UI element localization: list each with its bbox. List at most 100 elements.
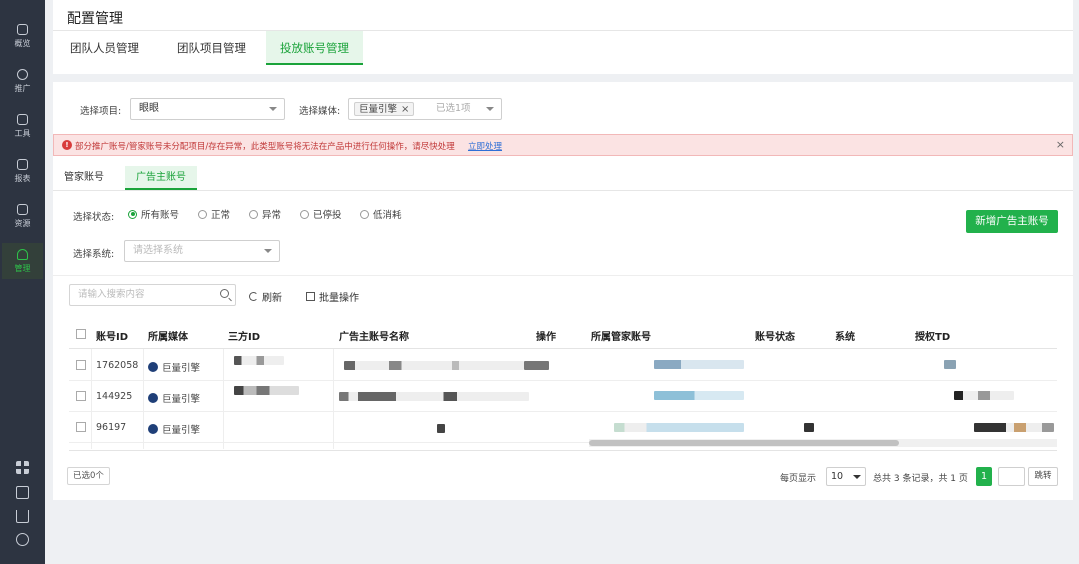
subtab-advertiser-account[interactable]: 广告主账号	[125, 166, 197, 190]
report-icon	[17, 158, 28, 170]
sidebar-item-label: 工具	[14, 128, 31, 138]
table-horizontal-scrollbar[interactable]	[589, 439, 1057, 447]
status-radio-all[interactable]: 所有账号	[128, 207, 179, 221]
close-icon[interactable]: ×	[1056, 138, 1065, 151]
account-id: 144925	[96, 391, 133, 402]
tools-icon	[17, 113, 28, 125]
sidebar-item-resource[interactable]: 资源	[2, 198, 43, 234]
redacted-auth	[974, 423, 1054, 432]
column-header[interactable]: 账号ID	[96, 328, 128, 343]
subtabs-divider	[53, 190, 1073, 191]
system-select-placeholder: 请选择系统	[133, 245, 183, 256]
status-radio-stopped[interactable]: 已停投	[300, 207, 342, 221]
user-circle-icon[interactable]	[16, 533, 29, 546]
scrollbar-thumb[interactable]	[589, 440, 899, 446]
radio-dot	[198, 209, 207, 219]
media-tag: 巨量引擎 ×	[354, 102, 415, 116]
row-checkbox[interactable]	[76, 422, 86, 432]
column-header: 账号状态	[755, 332, 795, 343]
radio-dot	[128, 209, 137, 219]
pagination-total: 总共 3 条记录，共 1 页	[873, 474, 968, 484]
search-icon[interactable]	[220, 289, 229, 298]
sidebar-item-label: 概览	[14, 38, 31, 48]
media-selected-count: 已选1项	[436, 103, 471, 114]
table-header: 账号ID 所属媒体 三方ID 广告主账号名称 操作 所属管家账号 账号状态 系统…	[69, 319, 1057, 349]
media-cell: 巨量引擎	[148, 360, 200, 374]
redacted-account-name	[437, 424, 445, 433]
column-header: 所属管家账号	[591, 332, 651, 343]
alert-handle-link[interactable]: 立即处理	[468, 140, 502, 152]
manage-icon	[17, 248, 28, 260]
sidebar-item-report[interactable]: 报表	[2, 153, 43, 189]
page-title: 配置管理	[67, 11, 123, 27]
column-header: 系统	[835, 332, 855, 343]
chevron-down-icon	[264, 249, 272, 253]
table-row[interactable]: 144925 巨量引擎	[69, 381, 1057, 412]
chevron-down-icon	[486, 107, 494, 111]
media-name: 巨量引擎	[162, 425, 201, 436]
column-header: 广告主账号名称	[339, 332, 409, 343]
section-divider	[53, 275, 1073, 276]
status-radio-abnormal[interactable]: 异常	[249, 207, 281, 221]
project-select-value: 眼眼	[139, 103, 159, 114]
column-header: 所属媒体	[148, 332, 188, 343]
redacted-auth	[944, 360, 956, 369]
add-advertiser-button[interactable]: 新增广告主账号	[966, 210, 1058, 233]
page-button-current[interactable]: 1	[976, 467, 992, 486]
media-cell: 巨量引擎	[148, 391, 200, 405]
per-page-label: 每页显示	[780, 474, 817, 484]
tab-ad-accounts[interactable]: 投放账号管理	[266, 31, 363, 65]
qrcode-icon[interactable]	[16, 461, 29, 474]
tab-team-members[interactable]: 团队人员管理	[56, 31, 153, 65]
radio-dot	[249, 209, 258, 219]
page-jump-input[interactable]	[998, 467, 1025, 486]
promotion-icon	[17, 68, 28, 80]
batch-icon	[306, 292, 315, 301]
select-all-checkbox[interactable]	[76, 329, 86, 339]
status-radio-low-spend[interactable]: 低消耗	[360, 207, 402, 221]
sidebar-item-label: 管理	[14, 263, 31, 273]
per-page-value: 10	[831, 471, 844, 482]
system-label: 选择系统:	[73, 249, 115, 260]
account-id: 96197	[96, 422, 127, 433]
per-page-select[interactable]: 10	[826, 467, 866, 486]
screen-icon[interactable]	[16, 486, 29, 499]
chevron-down-icon	[269, 107, 277, 111]
system-select[interactable]: 请选择系统	[124, 240, 280, 262]
sidebar-item-manage[interactable]: 管理	[2, 243, 43, 279]
redacted-manager-account	[614, 423, 744, 432]
refresh-button[interactable]: 刷新	[249, 289, 282, 304]
chevron-down-icon	[853, 475, 861, 479]
overview-icon	[17, 23, 28, 35]
account-id: 1762058	[96, 360, 139, 371]
column-header: 三方ID	[228, 332, 261, 343]
close-icon[interactable]: ×	[401, 104, 409, 115]
sidebar-item-promotion[interactable]: 推广	[2, 63, 43, 99]
refresh-label: 刷新	[262, 293, 282, 304]
sidebar-item-tools[interactable]: 工具	[2, 108, 43, 144]
batch-operation-button[interactable]: 批量操作	[306, 289, 359, 304]
accounts-table: 账号ID 所属媒体 三方ID 广告主账号名称 操作 所属管家账号 账号状态 系统…	[69, 319, 1057, 451]
sidebar-item-overview[interactable]: 概览	[2, 18, 43, 54]
download-icon[interactable]	[16, 510, 29, 523]
status-radio-normal[interactable]: 正常	[198, 207, 230, 221]
row-checkbox[interactable]	[76, 391, 86, 401]
table-row[interactable]: 1762058 巨量引擎	[69, 350, 1057, 381]
redacted-status	[804, 423, 814, 432]
resource-icon	[17, 203, 28, 215]
page-jump-button[interactable]: 跳转	[1028, 467, 1058, 486]
media-tag-label: 巨量引擎	[359, 104, 398, 115]
search-input[interactable]: 请输入搜索内容	[69, 284, 236, 306]
row-checkbox[interactable]	[76, 360, 86, 370]
media-select[interactable]: 巨量引擎 × 已选1项	[348, 98, 502, 120]
radio-label: 低消耗	[373, 210, 402, 221]
search-placeholder: 请输入搜索内容	[78, 289, 145, 300]
project-label: 选择项目:	[80, 106, 122, 117]
redacted-account-name	[339, 392, 529, 401]
tab-team-projects[interactable]: 团队项目管理	[163, 31, 260, 65]
media-name: 巨量引擎	[162, 363, 201, 374]
media-logo-icon	[148, 362, 158, 372]
redacted-manager-account	[654, 360, 744, 369]
subtab-manager-account[interactable]: 管家账号	[53, 166, 115, 190]
project-select[interactable]: 眼眼	[130, 98, 285, 120]
